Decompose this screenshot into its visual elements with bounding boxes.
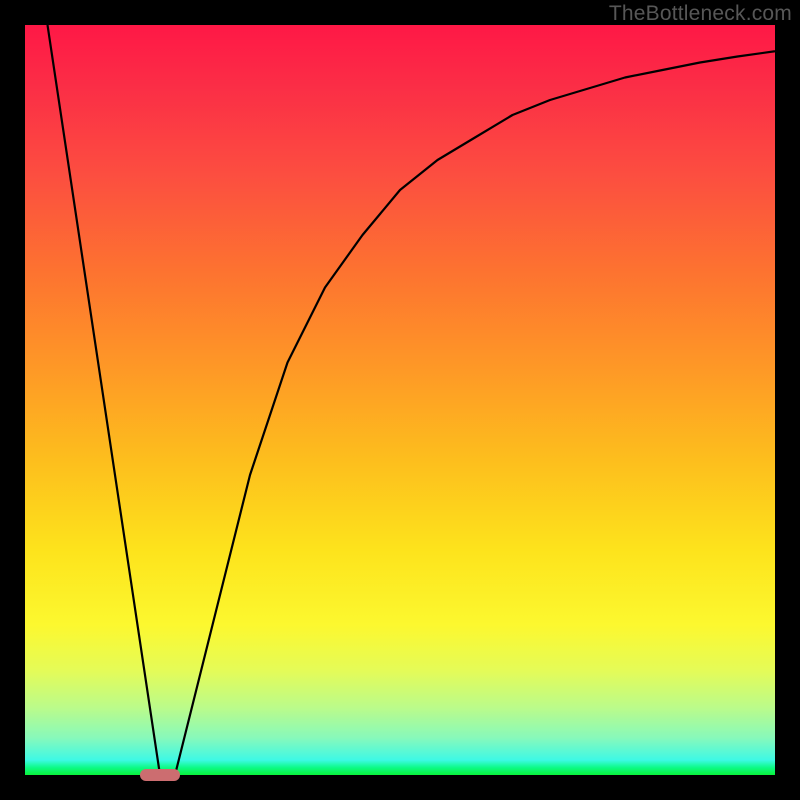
watermark-text: TheBottleneck.com xyxy=(609,2,792,26)
plot-area xyxy=(25,25,775,775)
curve-layer xyxy=(25,25,775,775)
optimum-marker xyxy=(140,769,180,781)
bottleneck-curve xyxy=(48,25,776,775)
chart-container: TheBottleneck.com xyxy=(0,0,800,800)
